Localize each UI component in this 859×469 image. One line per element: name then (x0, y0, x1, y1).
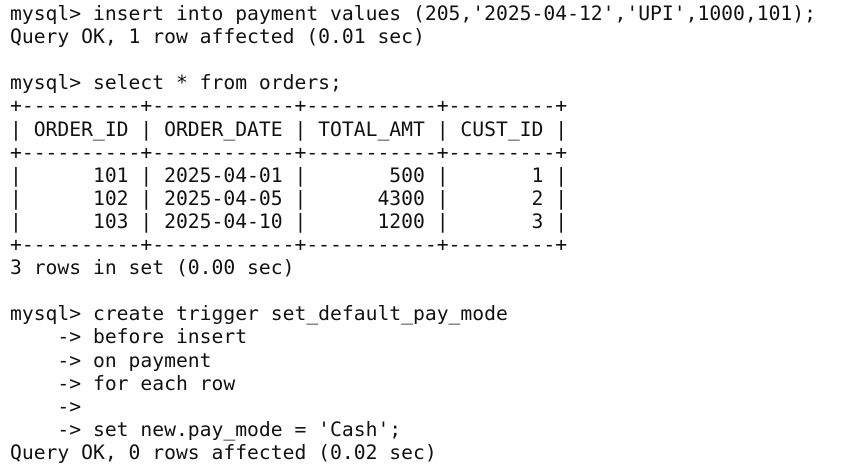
trigger-result-line: Query OK, 0 rows affected (0.02 sec) (10, 440, 437, 464)
continuation-line: -> for each row (10, 371, 236, 395)
insert-command-line: mysql> insert into payment values (205,'… (10, 2, 816, 25)
continuation-line: -> set new.pay_mode = 'Cash'; (10, 417, 402, 441)
terminal-window[interactable]: mysql> insert into payment values (205,'… (0, 0, 859, 469)
create-trigger-command-line: mysql> create trigger set_default_pay_mo… (10, 302, 508, 326)
select-result-line: 3 rows in set (0.00 sec) (10, 256, 295, 280)
table-row: | 102 | 2025-04-05 | 4300 | 2 | (10, 186, 568, 210)
table-row: | 103 | 2025-04-10 | 1200 | 3 | (10, 209, 568, 233)
continuation-line: -> before insert (10, 325, 248, 349)
table-border-bottom: +----------+------------+-----------+---… (10, 233, 568, 256)
insert-result-line: Query OK, 1 row affected (0.01 sec) (10, 25, 425, 49)
select-command-line: mysql> select * from orders; (10, 71, 342, 95)
table-header-row: | ORDER_ID | ORDER_DATE | TOTAL_AMT | CU… (10, 117, 568, 141)
table-header-border: +----------+------------+-----------+---… (10, 140, 568, 164)
continuation-line: -> (10, 394, 82, 418)
table-border-top: +----------+------------+-----------+---… (10, 94, 568, 118)
continuation-line: -> on payment (10, 348, 212, 372)
table-row: | 101 | 2025-04-01 | 500 | 1 | (10, 163, 568, 187)
